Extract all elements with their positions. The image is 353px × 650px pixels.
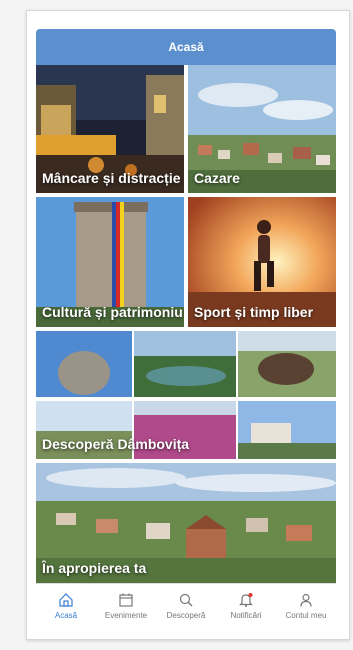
tile-food-entertainment-label: Mâncare și distracție [42,170,181,186]
tab-discover-label: Descoperă [166,611,206,620]
bell-icon [239,593,253,607]
app-screen: Acasă Mâncare și distracție Cazare Cultu… [26,10,350,640]
calendar-icon [119,593,133,607]
tab-account[interactable]: Contul meu [276,584,336,628]
page-title: Acasă [168,40,204,54]
tile-culture-heritage[interactable]: Cultură și patrimoniu [36,197,184,327]
tab-notifications[interactable]: Notificări [216,584,276,628]
page-header: Acasă [36,29,336,65]
tab-home-label: Acasă [54,611,78,620]
tile-food-entertainment[interactable]: Mâncare și distracție [36,65,184,193]
tile-discover-dambovita[interactable]: Descoperă Dâmbovița [36,331,336,459]
tab-home[interactable]: Acasă [36,584,96,628]
tile-nearby-label: În apropierea ta [42,560,147,576]
tile-discover-dambovita-label: Descoperă Dâmbovița [42,436,190,452]
tab-notifications-label: Notificări [230,611,262,620]
notification-dot [248,593,253,597]
tile-nearby[interactable]: În apropierea ta [36,463,336,583]
user-icon [300,593,312,607]
tile-sport-leisure-label: Sport și timp liber [194,304,314,320]
search-icon [179,593,193,607]
tile-accommodation-label: Cazare [194,170,240,186]
tab-events[interactable]: Evenimente [96,584,156,628]
tile-sport-leisure[interactable]: Sport și timp liber [188,197,336,327]
tab-events-label: Evenimente [104,611,148,620]
home-icon [59,593,73,607]
tab-account-label: Contul meu [285,611,327,620]
tile-accommodation[interactable]: Cazare [188,65,336,193]
tab-discover[interactable]: Descoperă [156,584,216,628]
tile-culture-heritage-label: Cultură și patrimoniu [42,304,183,320]
bottom-tab-bar: Acasă Evenimente Descoperă Notificări Co… [36,583,336,628]
